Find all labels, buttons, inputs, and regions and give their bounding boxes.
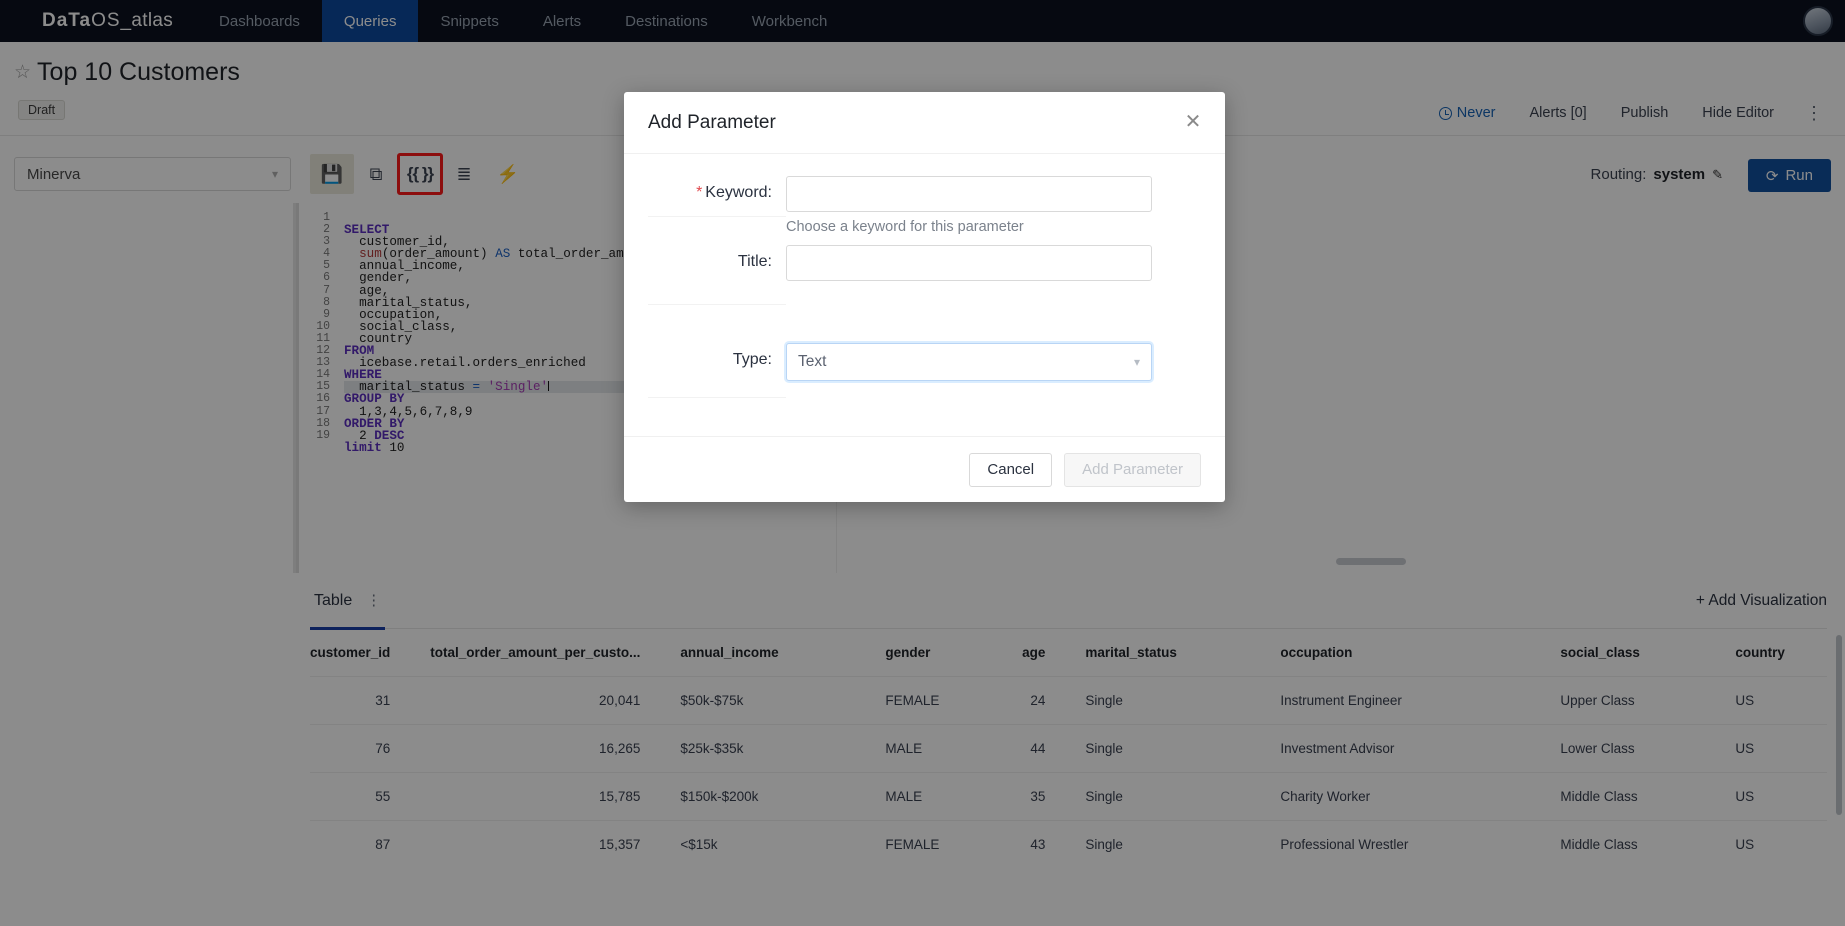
field-separator: [648, 304, 786, 305]
keyword-help-text: Choose a keyword for this parameter: [786, 219, 1024, 235]
title-field-row: Title:: [648, 245, 1201, 287]
type-select[interactable]: Text ▾: [786, 343, 1152, 381]
field-separator: [648, 216, 786, 217]
type-field-control: Text ▾: [786, 343, 1201, 381]
type-select-value: Text: [798, 353, 827, 370]
dialog-title: Add Parameter: [648, 111, 776, 133]
add-parameter-dialog: Add Parameter ✕ * Keyword: Choose a keywo…: [624, 92, 1225, 502]
dialog-body: * Keyword: Choose a keyword for this para…: [624, 154, 1225, 436]
field-separator: [648, 397, 786, 398]
required-marker: *: [696, 184, 703, 201]
title-input[interactable]: [786, 245, 1152, 281]
keyword-label: * Keyword:: [648, 176, 786, 202]
chevron-down-icon: ▾: [1133, 355, 1140, 369]
type-field-row: Type: Text ▾: [648, 343, 1201, 387]
keyword-input[interactable]: [786, 176, 1152, 212]
cancel-button[interactable]: Cancel: [969, 452, 1053, 487]
keyword-label-text: Keyword:: [705, 184, 772, 201]
app-root: DaTa OS _atlas Dashboards Queries Snippets…: [0, 0, 1845, 926]
keyword-field-row: * Keyword: Choose a keyword for this para…: [648, 176, 1201, 241]
title-label: Title:: [737, 253, 772, 270]
dialog-header: Add Parameter ✕: [624, 92, 1225, 154]
dialog-footer: Cancel Add Parameter: [624, 436, 1225, 502]
title-field-control: [786, 245, 1201, 281]
add-parameter-submit-button: Add Parameter: [1064, 452, 1201, 487]
keyword-field-control: Choose a keyword for this parameter: [786, 176, 1201, 235]
type-label: Type:: [732, 351, 772, 368]
close-icon[interactable]: ✕: [1181, 110, 1205, 134]
